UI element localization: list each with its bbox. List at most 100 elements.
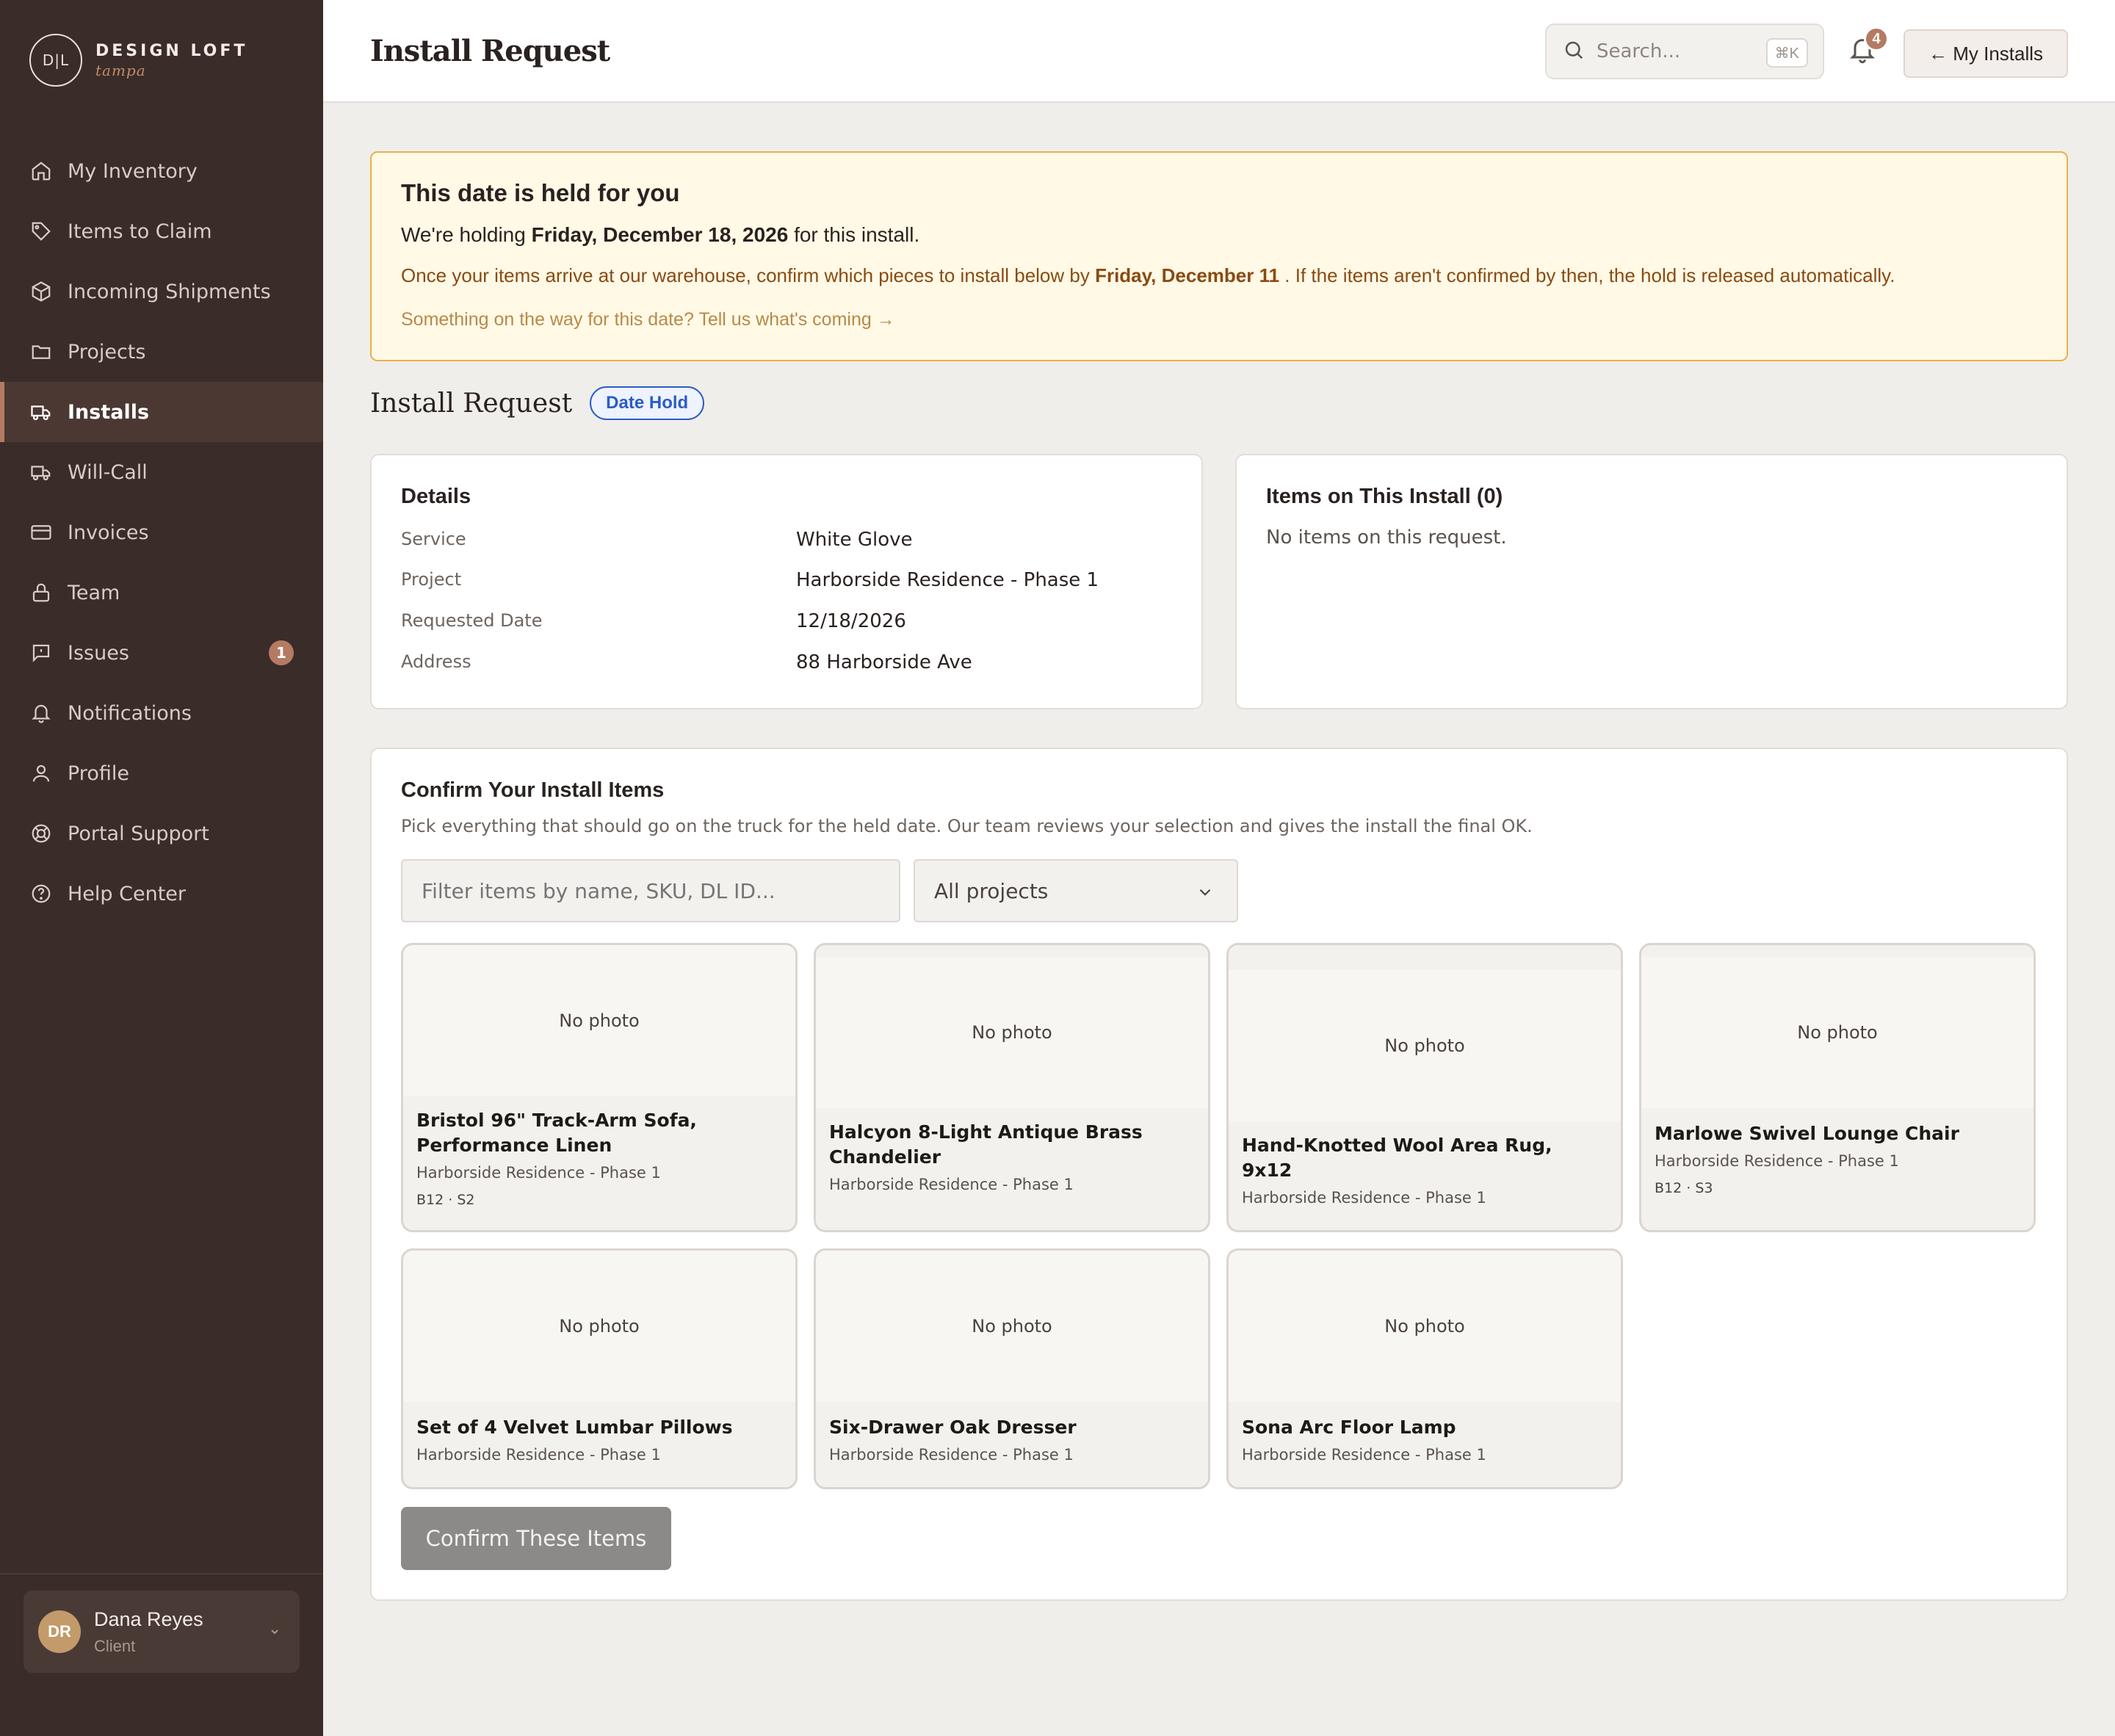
sidebar-item-label: Items to Claim: [68, 220, 212, 243]
sidebar-item-team[interactable]: Team: [0, 563, 323, 623]
message-icon: [29, 641, 53, 665]
help-icon: [29, 882, 53, 905]
user-name: Dana Reyes: [94, 1607, 203, 1630]
folder-icon: [29, 340, 53, 364]
item-name: Bristol 96" Track-Arm Sofa, Performance …: [416, 1110, 697, 1156]
sidebar-item-label: Installs: [68, 400, 150, 424]
request-heading: Install Request Date Hold: [370, 386, 705, 420]
details-card: Details Service White Glove Project Harb…: [370, 454, 1203, 709]
item-location: B12 · S2: [416, 1192, 475, 1208]
truck-icon: [29, 460, 53, 484]
filter-items-input[interactable]: [401, 859, 900, 922]
item-name: Set of 4 Velvet Lumbar Pillows: [416, 1417, 733, 1438]
photo-placeholder: No photo: [1229, 970, 1621, 1121]
item-project: Harborside Residence - Phase 1: [416, 1164, 661, 1182]
sidebar-item-label: Profile: [68, 762, 129, 785]
chevron-down-icon: [1196, 883, 1215, 902]
project-select[interactable]: All projects: [914, 859, 1238, 922]
sidebar-item-notifications[interactable]: Notifications: [0, 683, 323, 743]
tag-icon: [29, 220, 53, 243]
sidebar-item-incoming-shipments[interactable]: Incoming Shipments: [0, 261, 323, 322]
truck-icon: [29, 400, 53, 424]
item-card[interactable]: No photo Bristol 96" Track-Arm Sofa, Per…: [401, 943, 798, 1232]
sidebar-item-items-to-claim[interactable]: Items to Claim: [0, 201, 323, 261]
photo-placeholder: No photo: [403, 945, 795, 1096]
confirm-subtitle: Pick everything that should go on the tr…: [401, 816, 1533, 836]
item-project: Harborside Residence - Phase 1: [829, 1176, 1074, 1193]
item-card[interactable]: No photo Sona Arc Floor Lamp Harborside …: [1226, 1248, 1623, 1489]
sidebar: D|L DESIGN LOFT tampa My Inventory Items…: [0, 0, 323, 1736]
lifebuoy-icon: [29, 822, 53, 845]
sidebar-item-label: Team: [68, 581, 120, 604]
sidebar-item-will-call[interactable]: Will-Call: [0, 442, 323, 502]
item-project: Harborside Residence - Phase 1: [1655, 1152, 1899, 1170]
page-title: Install Request: [370, 34, 610, 68]
top-bar: Install Request Search... ⌘K 4 ← My Inst…: [323, 0, 2115, 103]
item-name: Hand-Knotted Wool Area Rug, 9x12: [1242, 1135, 1552, 1181]
details-title: Details: [401, 485, 471, 508]
sidebar-item-label: Notifications: [68, 701, 192, 725]
my-installs-button[interactable]: ← My Installs: [1904, 29, 2068, 78]
search-shortcut: ⌘K: [1765, 38, 1808, 68]
items-on-install-title: Items on This Install (0): [1266, 485, 1503, 508]
item-location: B12 · S3: [1655, 1180, 1713, 1196]
date-hold-banner: This date is held for you We're holding …: [370, 151, 2068, 361]
sidebar-item-label: Issues: [68, 641, 129, 665]
item-card[interactable]: No photo Six-Drawer Oak Dresser Harborsi…: [814, 1248, 1210, 1489]
sidebar-item-portal-support[interactable]: Portal Support: [0, 803, 323, 864]
hold-title: This date is held for you: [401, 179, 680, 206]
project-select-value: All projects: [934, 878, 1049, 903]
sidebar-item-my-inventory[interactable]: My Inventory: [0, 141, 323, 201]
sidebar-item-issues[interactable]: Issues 1: [0, 623, 323, 683]
hold-deadline-message: Once your items arrive at our warehouse,…: [401, 264, 1895, 286]
item-card[interactable]: No photo Halcyon 8-Light Antique Brass C…: [814, 943, 1210, 1232]
sidebar-item-profile[interactable]: Profile: [0, 743, 323, 803]
photo-placeholder: No photo: [403, 1251, 795, 1402]
request-title: Install Request: [370, 388, 573, 419]
photo-placeholder: No photo: [816, 957, 1208, 1108]
logo-mark: D|L: [29, 34, 82, 87]
photo-placeholder: No photo: [1641, 957, 2033, 1108]
sidebar-item-invoices[interactable]: Invoices: [0, 502, 323, 563]
confirm-items-button[interactable]: Confirm These Items: [401, 1507, 671, 1570]
home-icon: [29, 159, 53, 183]
brand-title: DESIGN LOFT: [95, 41, 248, 60]
sidebar-item-label: Incoming Shipments: [68, 280, 271, 303]
item-card[interactable]: No photo Set of 4 Velvet Lumbar Pillows …: [401, 1248, 798, 1489]
sidebar-item-label: Projects: [68, 340, 146, 364]
items-on-install-card: Items on This Install (0) No items on th…: [1235, 454, 2068, 709]
box-icon: [29, 280, 53, 303]
card-icon: [29, 521, 53, 544]
confirm-title: Confirm Your Install Items: [401, 778, 665, 802]
item-name: Six-Drawer Oak Dresser: [829, 1417, 1077, 1438]
held-date: Friday, December 18, 2026: [531, 223, 789, 246]
brand-logo[interactable]: D|L DESIGN LOFT tampa: [29, 34, 247, 87]
user-icon: [29, 762, 53, 785]
sidebar-item-help-center[interactable]: Help Center: [0, 864, 323, 924]
search-icon: [1563, 39, 1585, 65]
user-role: Client: [94, 1636, 136, 1655]
item-name: Halcyon 8-Light Antique Brass Chandelier: [829, 1121, 1143, 1168]
sidebar-item-label: Portal Support: [68, 822, 209, 845]
item-project: Harborside Residence - Phase 1: [1242, 1446, 1486, 1464]
item-project: Harborside Residence - Phase 1: [416, 1446, 661, 1464]
user-menu[interactable]: DR Dana Reyes Client: [24, 1591, 300, 1673]
item-card[interactable]: No photo Marlowe Swivel Lounge Chair Har…: [1639, 943, 2036, 1232]
sidebar-item-projects[interactable]: Projects: [0, 322, 323, 382]
bell-icon: [29, 701, 53, 725]
item-name: Sona Arc Floor Lamp: [1242, 1417, 1456, 1438]
sidebar-item-installs[interactable]: Installs: [0, 382, 323, 442]
hold-message: We're holding Friday, December 18, 2026 …: [401, 223, 920, 246]
photo-placeholder: No photo: [816, 1251, 1208, 1402]
search-input[interactable]: Search... ⌘K: [1545, 23, 1824, 79]
item-project: Harborside Residence - Phase 1: [1242, 1189, 1486, 1207]
confirm-deadline: Friday, December 11: [1095, 264, 1280, 286]
tell-us-link[interactable]: Something on the way for this date? Tell…: [401, 309, 2037, 330]
item-project: Harborside Residence - Phase 1: [829, 1446, 1074, 1464]
sidebar-item-label: My Inventory: [68, 159, 198, 183]
item-card[interactable]: No photo Hand-Knotted Wool Area Rug, 9x1…: [1226, 943, 1623, 1232]
item-name: Marlowe Swivel Lounge Chair: [1655, 1123, 1959, 1144]
sidebar-item-label: Invoices: [68, 521, 149, 544]
chevron-down-icon: [266, 1623, 283, 1641]
avatar: DR: [38, 1610, 81, 1653]
